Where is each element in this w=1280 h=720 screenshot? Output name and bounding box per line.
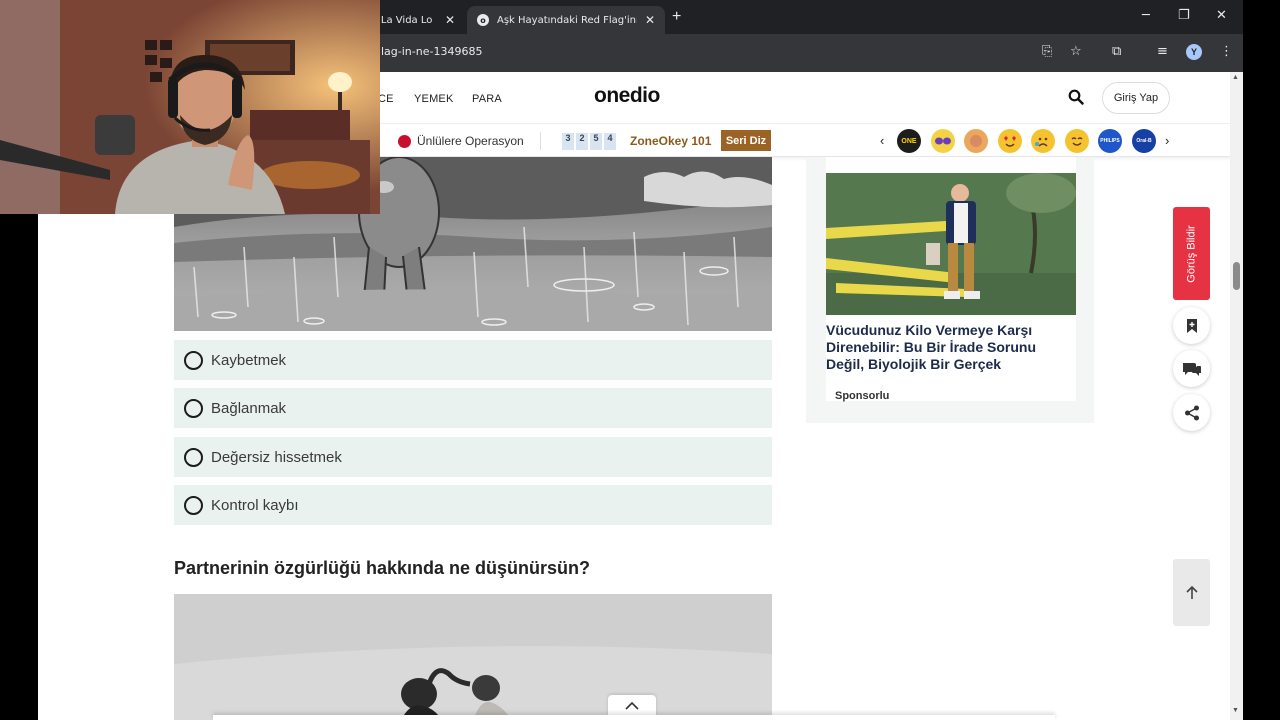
screen-border bbox=[1243, 0, 1280, 720]
reaction-clap-icon[interactable] bbox=[964, 129, 988, 153]
option-label: Değersiz hissetmek bbox=[211, 448, 342, 466]
nav-link-yemek[interactable]: YEMEK bbox=[414, 93, 454, 105]
reaction-onedio-icon[interactable]: ONE bbox=[897, 129, 921, 153]
radio-button[interactable] bbox=[184, 447, 203, 467]
tab-title: ' La Vida Lo bbox=[375, 14, 433, 26]
bookmark-star-icon[interactable]: ☆ bbox=[1070, 44, 1082, 59]
reaction-brand-icon[interactable]: Oral-B bbox=[1132, 129, 1156, 153]
okey-tile: 4 bbox=[604, 133, 616, 150]
zoneokey-label[interactable]: ZoneOkey 101 bbox=[630, 134, 711, 148]
bookmark-icon bbox=[1186, 318, 1197, 333]
feedback-label: Görüş Bildir bbox=[1185, 224, 1198, 283]
close-window-button[interactable]: ✕ bbox=[1216, 8, 1227, 23]
option-label: Bağlanmak bbox=[211, 399, 287, 417]
radio-button[interactable] bbox=[184, 495, 203, 515]
reaction-sad-icon[interactable] bbox=[1031, 129, 1055, 153]
nav-link-ce[interactable]: CE bbox=[378, 93, 394, 105]
tab-red-flag-quiz[interactable]: o Aşk Hayatındaki Red Flag'ini Sö ✕ bbox=[467, 6, 665, 34]
heart-eyes-icon bbox=[1004, 136, 1016, 147]
chevron-left-icon[interactable]: ‹ bbox=[880, 133, 884, 148]
tab-title: Aşk Hayatındaki Red Flag'ini Sö bbox=[497, 14, 637, 26]
quiz-option[interactable]: Kaybetmek bbox=[174, 340, 772, 380]
quiz-option[interactable]: Kontrol kaybı bbox=[174, 485, 772, 525]
login-button[interactable]: Giriş Yap bbox=[1102, 82, 1170, 114]
radio-button[interactable] bbox=[184, 350, 203, 370]
page-scrollbar-thumb[interactable] bbox=[1233, 262, 1240, 290]
extensions-icon[interactable]: ⧉ bbox=[1112, 44, 1121, 59]
arrow-up-icon bbox=[1185, 585, 1198, 599]
trend-story-item[interactable]: Ünlülere Operasyon bbox=[398, 134, 524, 148]
reaction-heart-eyes-icon[interactable] bbox=[998, 129, 1022, 153]
close-icon[interactable]: ✕ bbox=[645, 13, 655, 27]
clap-icon bbox=[970, 135, 982, 147]
reaction-smile-icon[interactable] bbox=[1065, 129, 1089, 153]
story-dot-icon bbox=[398, 134, 411, 148]
trend-story-label: Ünlülere Operasyon bbox=[417, 134, 524, 148]
comments-button[interactable] bbox=[1173, 350, 1210, 387]
share-button[interactable] bbox=[1173, 394, 1210, 431]
chevron-right-icon[interactable]: › bbox=[1165, 133, 1169, 148]
okey-tiles-icon[interactable]: 3 2 5 4 bbox=[562, 133, 618, 150]
page-scrollbar-track[interactable] bbox=[1230, 72, 1243, 720]
option-label: Kontrol kaybı bbox=[211, 496, 299, 514]
scroll-up-arrow-icon[interactable]: ▲ bbox=[1232, 74, 1239, 81]
screen: ' La Vida Lo ✕ o Aşk Hayatındaki Red Fla… bbox=[0, 0, 1280, 720]
divider bbox=[540, 132, 541, 150]
plus-icon[interactable]: + bbox=[672, 8, 681, 26]
restore-button[interactable]: ❐ bbox=[1178, 8, 1190, 23]
site-logo[interactable]: onedio bbox=[594, 84, 660, 108]
webcam-overlay bbox=[0, 0, 380, 214]
bottom-sticky-bar bbox=[213, 715, 1055, 720]
quiz-option[interactable]: Değersiz hissetmek bbox=[174, 437, 772, 477]
ad-image[interactable] bbox=[826, 173, 1076, 315]
ad-card[interactable]: Vücudunuz Kilo Vermeye Karşı Direnebilir… bbox=[826, 157, 1076, 402]
ad-sponsor-label: Sponsorlu bbox=[835, 390, 890, 402]
share-icon bbox=[1184, 405, 1199, 420]
okey-tile: 5 bbox=[590, 133, 602, 150]
media-controls-icon[interactable]: ≡ bbox=[1157, 44, 1168, 59]
okey-tile: 3 bbox=[562, 133, 574, 150]
streamer-webcam-feed bbox=[0, 0, 380, 214]
okey-tile: 2 bbox=[576, 133, 588, 150]
search-icon[interactable] bbox=[1068, 89, 1084, 105]
smile-face-icon bbox=[1071, 137, 1083, 146]
expand-panel-button[interactable] bbox=[608, 695, 656, 717]
article-image-dancers bbox=[174, 594, 772, 720]
ad-man-walking-illustration bbox=[826, 173, 1076, 315]
profile-avatar[interactable]: Y bbox=[1186, 44, 1202, 60]
radio-button[interactable] bbox=[184, 398, 203, 418]
tab-la-vida-loca[interactable]: ' La Vida Lo ✕ bbox=[365, 6, 465, 34]
close-icon[interactable]: ✕ bbox=[445, 13, 455, 27]
comments-icon bbox=[1182, 362, 1201, 376]
onedio-favicon-icon: o bbox=[477, 14, 489, 26]
scroll-to-top-button[interactable] bbox=[1173, 559, 1210, 626]
url-field[interactable]: lag-in-ne-1349685 bbox=[381, 45, 482, 58]
sad-face-icon bbox=[1035, 137, 1048, 147]
reaction-philips-icon[interactable]: PHILIPS bbox=[1098, 129, 1122, 153]
ad-title[interactable]: Vücudunuz Kilo Vermeye Karşı Direnebilir… bbox=[826, 322, 1071, 373]
sidebar-ad: Vücudunuz Kilo Vermeye Karşı Direnebilir… bbox=[806, 157, 1094, 423]
dancing-couple-illustration bbox=[174, 594, 772, 720]
minimize-button[interactable]: ─ bbox=[1142, 8, 1150, 23]
bookmark-button[interactable] bbox=[1173, 307, 1210, 344]
chevron-up-icon bbox=[625, 702, 639, 710]
quiz-option[interactable]: Bağlanmak bbox=[174, 388, 772, 428]
nav-link-para[interactable]: PARA bbox=[472, 93, 502, 105]
install-app-icon[interactable]: ⎘ bbox=[1042, 44, 1052, 59]
question-title: Partnerinin özgürlüğü hakkında ne düşünü… bbox=[174, 558, 591, 578]
scroll-down-arrow-icon[interactable]: ▼ bbox=[1232, 707, 1239, 714]
seri-diz-button[interactable]: Seri Diz bbox=[721, 130, 771, 151]
option-label: Kaybetmek bbox=[211, 351, 287, 369]
reaction-mask-icon[interactable] bbox=[931, 129, 955, 153]
mask-icon bbox=[935, 137, 951, 145]
feedback-button[interactable]: Görüş Bildir bbox=[1173, 207, 1210, 300]
menu-kebab-icon[interactable]: ⋮ bbox=[1220, 44, 1233, 59]
